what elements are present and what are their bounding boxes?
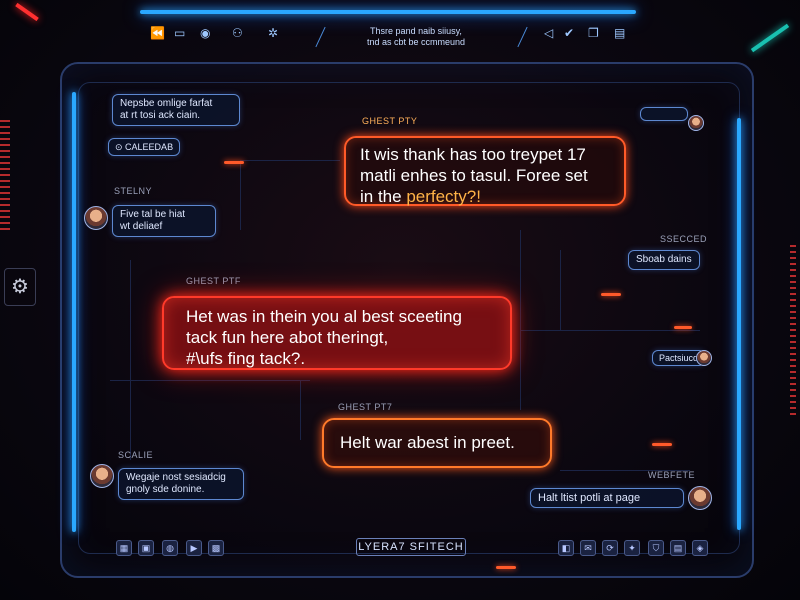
record-icon[interactable]: ◉ <box>200 26 210 40</box>
bubble1-line1: It wis thank has too treypet 17 <box>360 145 586 164</box>
message-webfete[interactable]: Halt ltist potli at page <box>530 488 684 508</box>
sender-label-scaline: SCALIE <box>118 450 154 460</box>
circuit-trace <box>240 160 241 230</box>
bubble2-line2: tack fun here abot theringt, <box>186 328 389 347</box>
share-icon[interactable]: ⟳ <box>602 540 618 556</box>
message-text: Pactsiucd <box>659 353 699 363</box>
info-message[interactable]: Nepsbe omlige farfat at rt tosi ack ciai… <box>112 94 240 126</box>
bubble1-line3: in the perfecty?! <box>360 186 610 207</box>
rewind-icon[interactable]: ⏪ <box>150 26 165 40</box>
qr-icon[interactable]: ▩ <box>208 540 224 556</box>
bubble1-highlight: perfecty?! <box>406 187 481 206</box>
video-icon[interactable]: ▶ <box>186 540 202 556</box>
shield-icon[interactable]: ⛉ <box>648 540 664 556</box>
glow-dash <box>601 293 621 296</box>
bubble2-line1: Het was in thein you al best sceeting <box>186 307 462 326</box>
top-light-bar <box>140 10 636 14</box>
tag-icon[interactable]: ◈ <box>692 540 708 556</box>
avatar[interactable] <box>84 206 108 230</box>
left-light-strip <box>0 120 10 230</box>
check-icon[interactable]: ✔ <box>564 26 574 40</box>
tag-chip-label: CALEEDAB <box>125 142 174 152</box>
panel-edge-left <box>72 92 76 532</box>
chip-dot-icon: ⊙ <box>115 142 126 152</box>
top-toolbar: ⏪ ▭ ◉ ⚇ ✲ Thsre pand naib siiusy, tnd as… <box>140 20 636 54</box>
doc-icon[interactable]: ▤ <box>670 540 686 556</box>
glow-dash <box>674 326 692 329</box>
message-stelny[interactable]: Five tal be hiat wt deliaef <box>112 205 216 237</box>
sender-label-stelny: STELNY <box>114 186 153 196</box>
brand-label: LYERA7 SFITECH <box>356 538 466 556</box>
message-line1: Wegaje nost sesiadcig <box>126 472 226 483</box>
status-chip[interactable] <box>640 107 688 121</box>
toolbar-title-line1: Thsre pand naib siiusy, <box>370 26 462 36</box>
corner-accent-red <box>15 2 39 22</box>
message-line2: gnoly sde donine. <box>126 484 205 495</box>
glow-dash <box>224 161 244 164</box>
circuit-trace <box>300 380 301 440</box>
info-line1: Nepsbe omlige farfat <box>120 98 213 109</box>
avatar[interactable] <box>688 115 704 131</box>
message-bubble-3[interactable]: Helt war abest in preet. <box>322 418 552 468</box>
right-light-strip <box>790 245 796 415</box>
settings-icon[interactable]: ✲ <box>268 26 278 40</box>
tag-chip[interactable]: ⊙ CALEEDAB <box>108 138 181 156</box>
panel-edge-right <box>737 118 741 530</box>
circuit-trace <box>560 250 561 330</box>
info-line2: at rt tosi ack ciain. <box>120 110 201 121</box>
globe-icon[interactable]: ◍ <box>162 540 178 556</box>
bubble3-text: Helt war abest in preet. <box>340 433 515 452</box>
mail-icon[interactable]: ✉ <box>580 540 596 556</box>
circuit-trace <box>520 330 700 331</box>
sender-label-ghest-low: GHEST PT7 <box>338 402 393 412</box>
menu-icon[interactable]: ▤ <box>614 26 625 40</box>
twitter-icon[interactable]: ✦ <box>624 540 640 556</box>
glow-dash <box>652 443 672 446</box>
grid-icon[interactable]: ▦ <box>116 540 132 556</box>
bubble1-line2: matli enhes to tasul. Foree set <box>360 166 588 185</box>
image-icon[interactable]: ▣ <box>138 540 154 556</box>
avatar[interactable] <box>90 464 114 488</box>
circuit-trace <box>520 230 521 410</box>
message-right-a[interactable]: Sboab dains <box>628 250 700 270</box>
toolbar-divider <box>517 26 528 48</box>
message-line2: wt deliaef <box>120 221 163 232</box>
message-text: Halt ltist potli at page <box>538 492 641 504</box>
app-icon[interactable]: ◧ <box>558 540 574 556</box>
bubble1-line3-text: in the <box>360 187 407 206</box>
circuit-trace <box>240 160 340 161</box>
message-line1: Five tal be hiat <box>120 209 186 220</box>
corner-accent-teal <box>750 23 790 53</box>
circuit-trace <box>110 380 310 381</box>
users-icon[interactable]: ⚇ <box>232 26 243 40</box>
message-bubble-1[interactable]: It wis thank has too treypet 17 matli en… <box>344 136 626 206</box>
toolbar-divider <box>315 26 326 48</box>
sender-label-right-top: SSECCED <box>660 234 708 244</box>
sender-label-ghest-top: GHEST PTY <box>362 116 418 126</box>
avatar[interactable] <box>688 486 712 510</box>
message-text: Sboab dains <box>636 254 692 265</box>
avatar[interactable] <box>696 350 712 366</box>
toolbar-title-line2: tnd as cbt be ccmmeund <box>366 37 466 47</box>
message-bubble-2[interactable]: Het was in thein you al best sceeting ta… <box>162 296 512 370</box>
sender-label-webfete: WEBFETE <box>648 470 696 480</box>
send-icon[interactable]: ◁ <box>544 26 553 40</box>
toolbar-title: Thsre pand naib siiusy, tnd as cbt be cc… <box>336 26 496 48</box>
message-scaline[interactable]: Wegaje nost sesiadcig gnoly sde donine. <box>118 468 244 500</box>
sender-label-ghest-mid: GHEST PTF <box>186 276 241 286</box>
circuit-trace <box>130 260 131 460</box>
copy-icon[interactable]: ❐ <box>588 26 599 40</box>
robot-icon[interactable]: ⚙ <box>4 268 36 306</box>
folder-icon[interactable]: ▭ <box>174 26 185 40</box>
bubble2-line3: #\ufs fing tack?. <box>186 349 306 368</box>
glow-dash <box>496 566 516 569</box>
bottom-bar: ▦ ▣ ◍ ▶ ▩ LYERA7 SFITECH ◧ ✉ ⟳ ✦ ⛉ ▤ ◈ <box>110 536 710 566</box>
